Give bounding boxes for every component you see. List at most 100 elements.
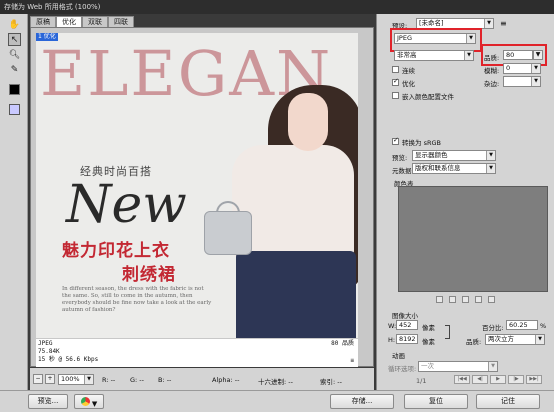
chevron-down-icon: ▼ (531, 77, 540, 86)
chevron-down-icon: ▼ (531, 64, 540, 73)
reset-button[interactable]: 复位 (404, 394, 468, 409)
height-input[interactable]: 8192 (396, 334, 418, 344)
last-frame-icon[interactable]: ▶▶| (526, 375, 542, 384)
new-color-icon[interactable] (475, 296, 482, 303)
percent-label: 百分比: (482, 324, 504, 332)
chevron-down-icon: ▼ (84, 375, 93, 384)
prev-frame-icon[interactable]: ◀| (472, 375, 488, 384)
chevron-down-icon: ▼ (486, 151, 495, 160)
red-headline-1: 魅力印花上衣 (62, 241, 170, 261)
info-format: JPEG (38, 340, 53, 347)
optimized-checkbox[interactable] (392, 77, 399, 86)
zoom-dropdown[interactable]: 100% ▼ (58, 374, 94, 385)
width-unit: 像素 (422, 324, 435, 332)
next-frame-icon[interactable]: |▶ (508, 375, 524, 384)
readout-hex: 十六进制: -- (258, 378, 293, 386)
eyedropper-color-swatch[interactable] (9, 84, 20, 95)
height-unit: 像素 (422, 338, 435, 346)
browser-select-button[interactable]: ▼ (74, 394, 104, 409)
window-title: 存储为 Web 所用格式 (100%) (0, 0, 554, 14)
metadata-dropdown[interactable]: 版权和联系信息 ▼ (412, 163, 496, 174)
zoom-in-button[interactable]: + (45, 374, 55, 384)
optimized-label: 优化 (402, 80, 415, 88)
readout-b: B: -- (158, 376, 172, 384)
percent-input[interactable]: 60.25 (506, 320, 538, 330)
preview-button[interactable]: 预览... (28, 394, 68, 409)
zoom-out-button[interactable]: − (33, 374, 43, 384)
tab-4up[interactable]: 四联 (108, 16, 134, 27)
optimization-info: JPEG 75.84K 15 秒 @ 56.6 Kbps 80 品质 ≡ (36, 339, 358, 367)
blur-value: 0 (506, 64, 511, 72)
link-proportions-icon[interactable] (445, 325, 450, 339)
description-paragraph: In different season, the dress with the … (62, 286, 212, 313)
preview-dropdown[interactable]: 显示器颜色 ▼ (412, 150, 496, 161)
tool-panel: ✋ ↖ 🔍︎ ✎ (0, 14, 28, 390)
preview-label: 预览: (392, 154, 408, 162)
color-table-controls (436, 296, 516, 304)
readout-g: G: -- (130, 376, 144, 384)
resample-value: 两次立方 (488, 335, 514, 343)
loop-dropdown[interactable]: 一次 ▼ (418, 361, 498, 372)
image-size-label: 图像大小 (392, 312, 418, 320)
zoom-tool-icon[interactable]: 🔍︎ (8, 48, 21, 61)
matte-label: 杂边: (484, 80, 500, 88)
matte-dropdown[interactable]: ▼ (503, 76, 541, 87)
tab-original[interactable]: 原稿 (30, 16, 56, 27)
zoom-value: 100% (61, 375, 80, 383)
view-tabs: 原稿 优化 双联 四联 (30, 16, 370, 27)
compression-value: 非常高 (397, 51, 417, 59)
hand-tool-icon[interactable]: ✋ (8, 18, 21, 31)
embed-profile-checkbox[interactable] (392, 92, 399, 99)
frame-counter: 1/1 (416, 377, 427, 385)
map-color-icon[interactable] (436, 296, 443, 303)
lock-color-icon[interactable] (462, 296, 469, 303)
loop-label: 循环选项: (388, 365, 417, 373)
optimize-menu-icon[interactable]: ≡ (500, 19, 507, 28)
red-headline-2: 刺绣裙 (122, 265, 176, 285)
tab-2up[interactable]: 双联 (82, 16, 108, 27)
handbag (204, 211, 252, 255)
status-bar: − + 100% ▼ R: -- G: -- B: -- Alpha: -- 十六… (30, 368, 374, 390)
percent-sign: % (540, 322, 547, 330)
resample-quality-label: 品质: (466, 338, 482, 346)
toggle-slices-visibility-icon[interactable] (9, 104, 20, 115)
blur-input[interactable]: 0 ▼ (503, 63, 541, 74)
preset-value: [未命名] (419, 19, 444, 27)
chevron-down-icon: ▼ (484, 19, 493, 28)
chevron-down-icon: ▼ (488, 362, 497, 371)
delete-color-icon[interactable] (488, 296, 495, 303)
width-input[interactable]: 452 (396, 320, 418, 330)
width-label: W: (388, 322, 397, 330)
progressive-checkbox[interactable] (392, 66, 399, 73)
remember-button[interactable]: 记住 (476, 394, 540, 409)
eyedropper-tool-icon[interactable]: ✎ (8, 63, 21, 76)
color-table[interactable] (398, 186, 548, 292)
compression-dropdown[interactable]: 非常高 ▼ (394, 50, 474, 61)
browser-icon (80, 397, 90, 406)
convert-srgb-checkbox[interactable] (392, 136, 399, 145)
tab-optimized[interactable]: 优化 (56, 16, 82, 27)
info-menu-icon[interactable]: ≡ (350, 357, 354, 365)
play-icon[interactable]: ▶ (490, 375, 506, 384)
preview-value: 显示器颜色 (415, 151, 448, 159)
highlight-format (390, 28, 482, 52)
progressive-label: 连续 (402, 67, 415, 75)
info-time: 15 秒 @ 56.6 Kbps (38, 356, 99, 363)
first-frame-icon[interactable]: |◀◀ (454, 375, 470, 384)
preview-image[interactable]: ELEGAN 经典时尚百搭 New 魅力印花上衣 刺绣裙 In differen… (36, 33, 358, 338)
save-button[interactable]: 存储... (330, 394, 394, 409)
blur-label: 模糊: (484, 67, 500, 75)
resample-dropdown[interactable]: 两次立方 ▼ (485, 334, 545, 345)
slice-select-tool-icon[interactable]: ↖ (8, 33, 21, 46)
info-size: 75.84K (38, 348, 60, 355)
web-shift-icon[interactable] (449, 296, 456, 303)
readout-r: R: -- (102, 376, 116, 384)
chevron-down-icon: ▼ (464, 51, 473, 60)
chevron-down-icon: ▼ (486, 164, 495, 173)
loop-value: 一次 (421, 362, 434, 370)
readout-index: 索引: -- (320, 378, 342, 386)
metadata-label: 元数据: (392, 167, 414, 175)
slice-label: 1 优化 (36, 33, 58, 41)
height-label: H: (388, 336, 396, 344)
info-quality: 80 品质 (331, 340, 354, 347)
